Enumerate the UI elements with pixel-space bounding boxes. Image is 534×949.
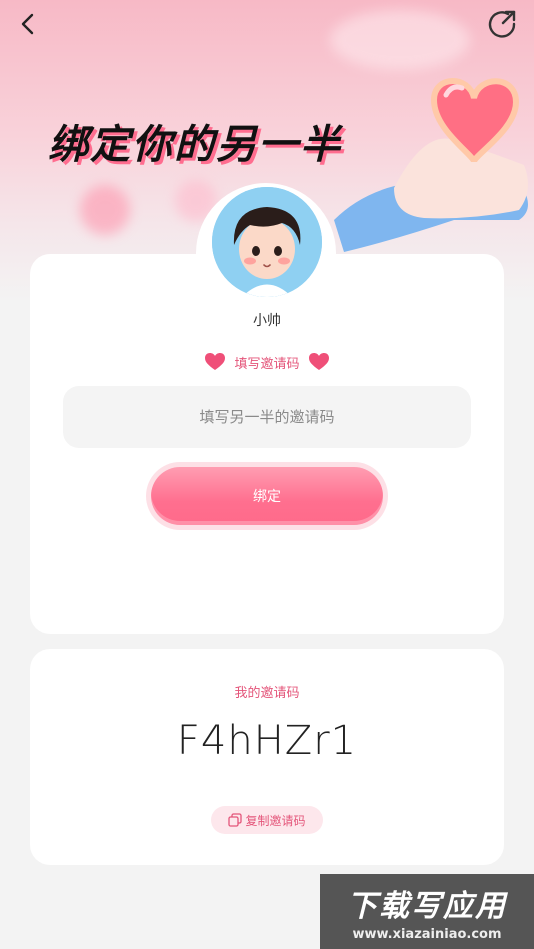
page-title: 绑定你的另一半 <box>48 122 342 168</box>
watermark-url: www.xiazainiao.com <box>352 927 502 942</box>
my-code-label: 我的邀请码 <box>234 686 300 701</box>
copy-code-button-label: 复制邀请码 <box>245 813 306 828</box>
avatar <box>212 187 322 297</box>
invite-code-input[interactable] <box>63 386 471 448</box>
heart-hand-illustration <box>334 78 528 252</box>
watermark-title: 下载写应用 <box>347 889 507 924</box>
watermark: 下载写应用 www.xiazainiao.com <box>320 874 534 949</box>
chevron-left-icon <box>21 13 34 35</box>
back-button[interactable] <box>14 10 42 38</box>
heart-icon <box>308 353 329 370</box>
invite-input-label: 填写邀请码 <box>0 352 534 372</box>
bind-button[interactable]: 绑定 <box>146 462 388 530</box>
copy-icon <box>228 813 243 827</box>
heart-icon <box>205 353 226 370</box>
my-invite-code: F4hHZr1 <box>176 718 358 764</box>
nickname: 小帅 <box>253 313 281 329</box>
copy-code-button[interactable]: 复制邀请码 <box>211 806 323 834</box>
decorative-glow <box>330 10 470 70</box>
decorative-blur-heart <box>80 185 130 235</box>
invite-input-label-text: 填写邀请码 <box>234 356 300 372</box>
share-arrow-icon <box>488 10 516 38</box>
share-button[interactable] <box>486 8 518 40</box>
bind-button-label: 绑定 <box>151 467 383 525</box>
